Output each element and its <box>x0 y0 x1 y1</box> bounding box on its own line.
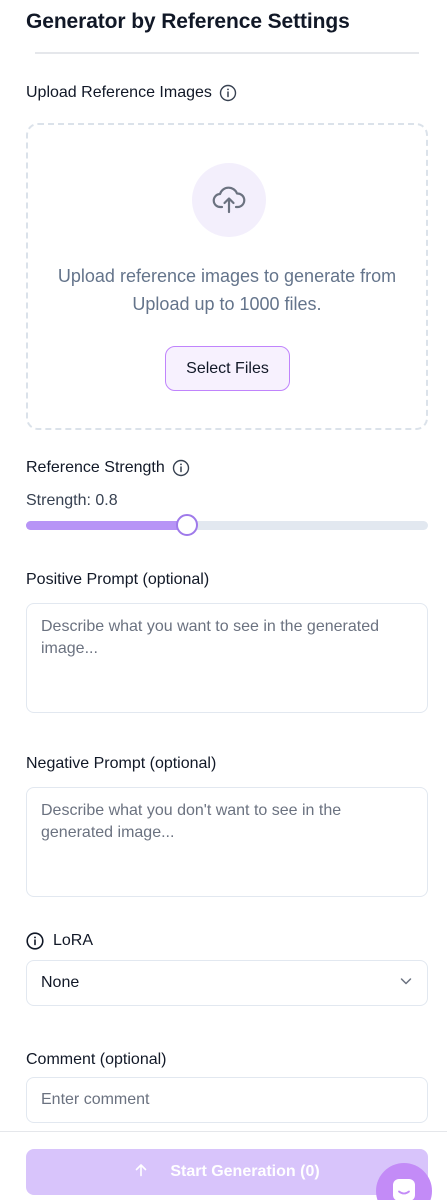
chevron-down-icon <box>399 974 413 993</box>
negative-prompt-label: Negative Prompt (optional) <box>26 755 216 773</box>
info-icon[interactable] <box>219 84 237 102</box>
start-generation-label: Start Generation (0) <box>170 1163 320 1180</box>
lora-selected-value: None <box>41 974 80 991</box>
footer-divider <box>0 1131 447 1132</box>
negative-prompt-input[interactable] <box>26 787 428 897</box>
arrow-up-icon <box>134 1163 148 1182</box>
lora-select[interactable]: None <box>26 960 428 1006</box>
lora-label: LoRA <box>26 932 93 950</box>
lora-label-text: LoRA <box>53 932 94 949</box>
upload-cloud-icon <box>192 163 266 237</box>
strength-slider-thumb[interactable] <box>175 514 198 536</box>
reference-strength-label: Reference Strength <box>26 459 190 477</box>
start-generation-button[interactable]: Start Generation (0) <box>26 1149 428 1195</box>
positive-prompt-input[interactable] <box>26 603 428 713</box>
upload-limit-text: Upload up to 1000 files. <box>132 294 322 314</box>
page-title: Generator by Reference Settings <box>26 10 350 33</box>
upload-dropzone[interactable]: Upload reference images to generate from… <box>26 123 428 430</box>
strength-value: Strength: 0.8 <box>26 492 118 509</box>
select-files-button[interactable]: Select Files <box>165 346 290 391</box>
info-icon[interactable] <box>172 459 190 477</box>
upload-label: Upload Reference Images <box>26 84 237 102</box>
comment-label: Comment (optional) <box>26 1051 167 1069</box>
title-divider <box>35 52 419 54</box>
positive-prompt-label: Positive Prompt (optional) <box>26 571 209 589</box>
strength-slider-fill <box>26 521 187 530</box>
positive-prompt-label-text: Positive Prompt (optional) <box>26 571 210 588</box>
reference-strength-label-text: Reference Strength <box>26 459 165 476</box>
comment-input[interactable] <box>26 1077 428 1123</box>
upload-label-text: Upload Reference Images <box>26 84 212 101</box>
negative-prompt-label-text: Negative Prompt (optional) <box>26 755 217 772</box>
upload-instructions: Upload reference images to generate from <box>57 266 397 286</box>
strength-slider[interactable] <box>26 514 428 536</box>
chat-icon <box>391 1177 417 1200</box>
info-icon[interactable] <box>26 932 44 950</box>
comment-label-text: Comment (optional) <box>26 1051 167 1068</box>
